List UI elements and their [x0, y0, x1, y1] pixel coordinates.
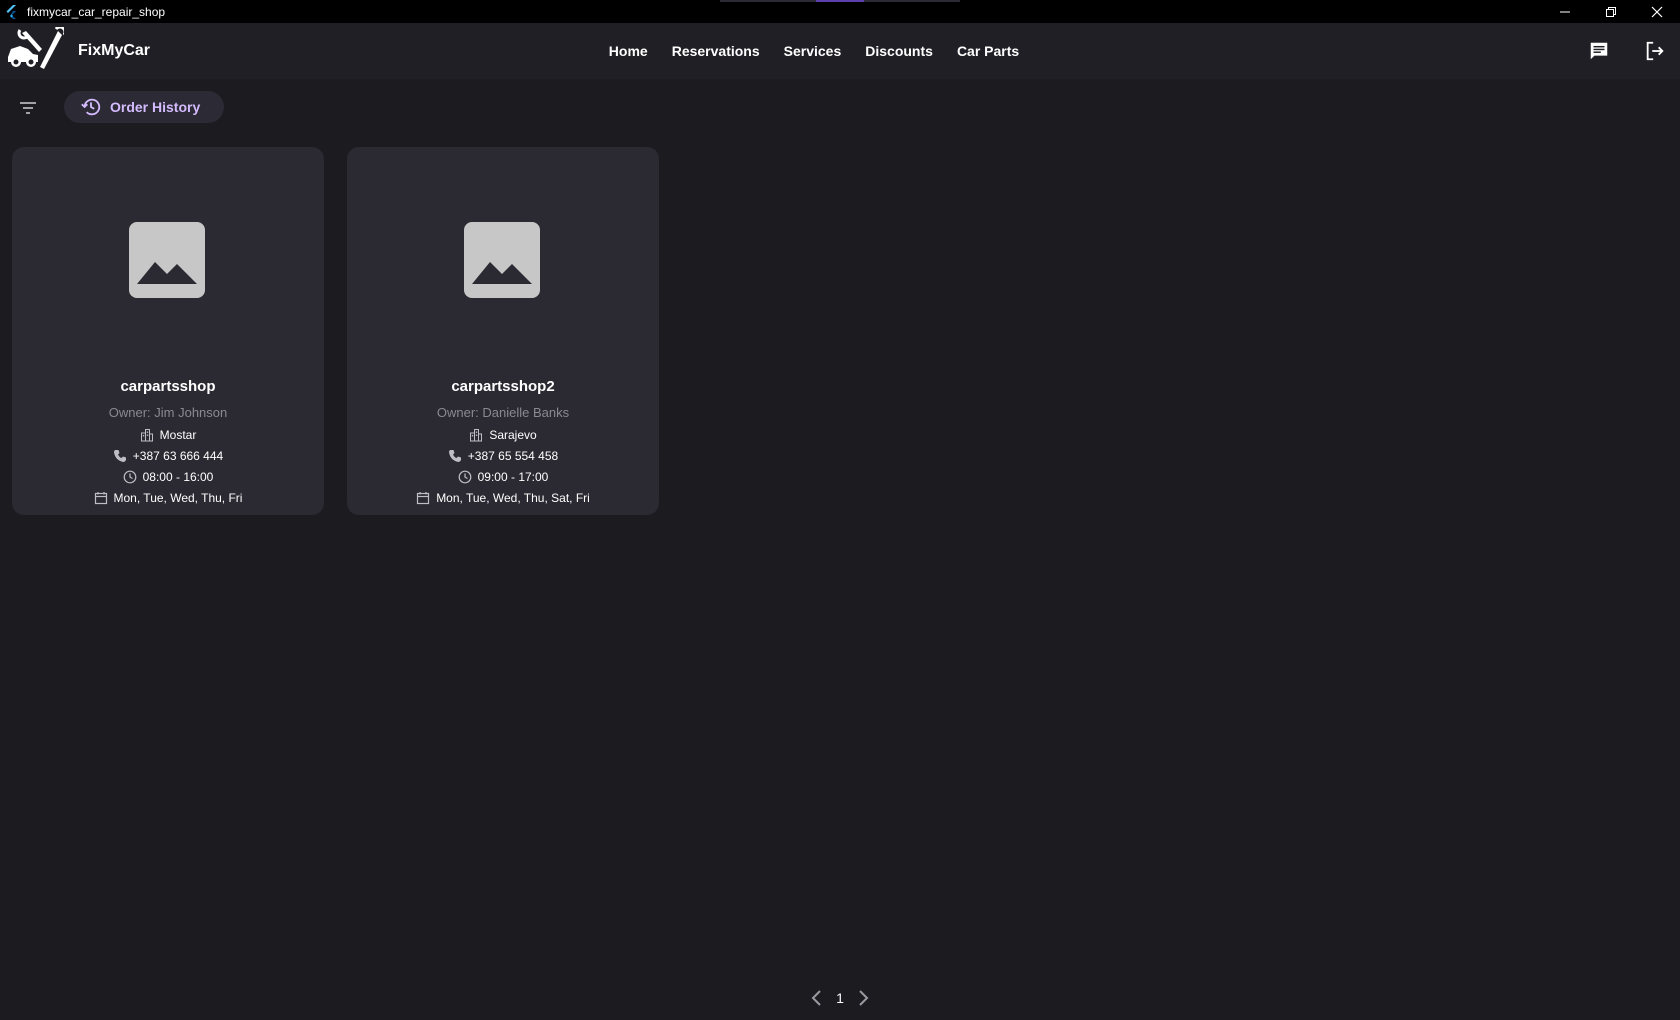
close-button[interactable]: [1634, 0, 1680, 23]
clock-icon: [458, 470, 472, 484]
close-icon: [1651, 6, 1663, 17]
city-icon: [470, 429, 483, 442]
logout-button[interactable]: [1640, 36, 1670, 66]
calendar-icon: [94, 492, 107, 505]
nav-car-parts[interactable]: Car Parts: [957, 43, 1019, 59]
shop-name: carpartsshop: [120, 378, 216, 395]
shop-city: Mostar: [159, 428, 197, 442]
image-placeholder-icon: [129, 222, 205, 298]
image-placeholder-icon: [464, 222, 540, 298]
shop-phone-row: +387 63 666 444: [12, 449, 324, 463]
filter-button[interactable]: [16, 96, 40, 120]
current-page: 1: [836, 990, 844, 1006]
window-title: fixmycar_car_repair_shop: [27, 4, 166, 19]
shop-days: Mon, Tue, Wed, Thu, Sat, Fri: [436, 491, 590, 505]
brand-title: FixMyCar: [78, 42, 151, 59]
shop-owner: Owner: Jim Johnson: [108, 405, 228, 420]
clock-icon: [123, 470, 137, 484]
flutter-app-icon: [6, 4, 16, 19]
main-nav: Home Reservations Services Discounts Car…: [0, 23, 1680, 79]
pagination: 1: [0, 988, 1680, 1008]
nav-services[interactable]: Services: [784, 43, 842, 59]
phone-icon: [113, 450, 126, 462]
app-bar: FixMyCar Home Reservations Services Disc…: [0, 23, 1680, 79]
appbar-actions: [1584, 23, 1670, 79]
shop-hours-row: 09:00 - 17:00: [347, 470, 659, 484]
restore-icon: [1606, 6, 1616, 17]
window-titlebar: fixmycar_car_repair_shop: [0, 0, 1680, 23]
shop-phone: +387 65 554 458: [467, 449, 559, 463]
shop-city: Sarajevo: [489, 428, 537, 442]
shop-phone-row: +387 65 554 458: [347, 449, 659, 463]
chevron-right-icon: [859, 990, 869, 1006]
shop-hours-row: 08:00 - 16:00: [12, 470, 324, 484]
nav-home[interactable]: Home: [609, 43, 648, 59]
next-page-button[interactable]: [854, 988, 874, 1008]
window-controls: [1542, 0, 1680, 23]
previous-page-button[interactable]: [806, 988, 826, 1008]
shop-city-row: Mostar: [12, 428, 324, 442]
shop-days-row: Mon, Tue, Wed, Thu, Fri: [12, 491, 324, 505]
shop-card[interactable]: carpartsshop2 Owner: Danielle Banks Sara…: [347, 147, 659, 515]
nav-discounts[interactable]: Discounts: [865, 43, 933, 59]
shop-hours: 08:00 - 16:00: [142, 470, 214, 484]
chat-icon: [1590, 42, 1608, 60]
shop-phone: +387 63 666 444: [132, 449, 224, 463]
filter-icon: [20, 102, 36, 114]
shop-card[interactable]: carpartsshop Owner: Jim Johnson Mostar +…: [12, 147, 324, 515]
logout-icon: [1646, 41, 1664, 61]
history-icon: [81, 98, 101, 116]
shop-card-list: carpartsshop Owner: Jim Johnson Mostar +…: [12, 147, 659, 515]
shop-hours: 09:00 - 17:00: [477, 470, 549, 484]
restore-button[interactable]: [1588, 0, 1634, 23]
shop-days: Mon, Tue, Wed, Thu, Fri: [113, 491, 243, 505]
shop-name: carpartsshop2: [451, 378, 555, 395]
shop-city-row: Sarajevo: [347, 428, 659, 442]
nav-reservations[interactable]: Reservations: [672, 43, 760, 59]
shop-days-row: Mon, Tue, Wed, Thu, Sat, Fri: [347, 491, 659, 505]
phone-icon: [448, 450, 461, 462]
titlebar-accent: [720, 0, 960, 2]
order-history-label: Order History: [110, 99, 201, 115]
calendar-icon: [417, 492, 430, 505]
minimize-icon: [1560, 11, 1570, 12]
chevron-left-icon: [811, 990, 821, 1006]
city-icon: [140, 429, 153, 442]
order-history-button[interactable]: Order History: [64, 91, 225, 123]
chat-button[interactable]: [1584, 36, 1614, 66]
car-wrench-logo-icon: [8, 27, 64, 69]
shop-owner: Owner: Danielle Banks: [436, 405, 570, 420]
minimize-button[interactable]: [1542, 0, 1588, 23]
